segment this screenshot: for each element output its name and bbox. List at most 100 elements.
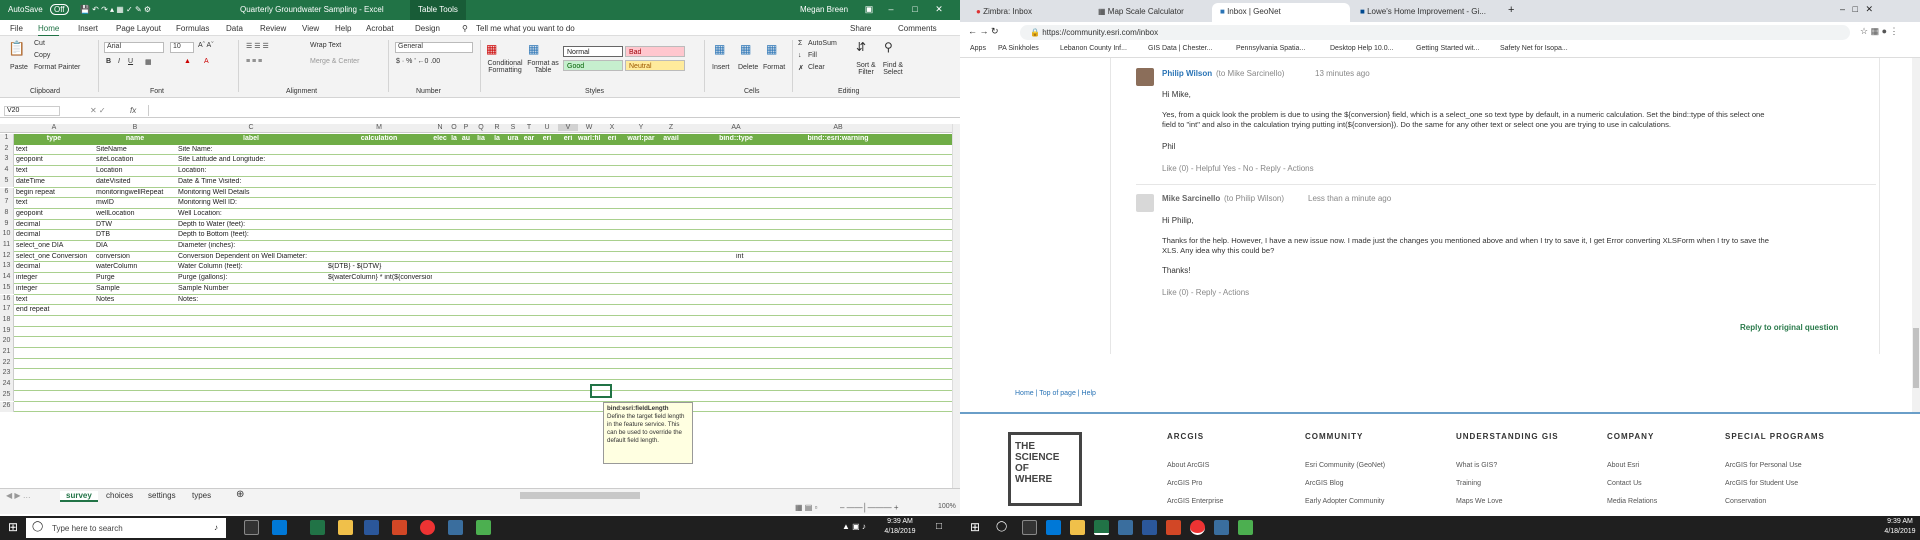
arcmap-icon[interactable] bbox=[448, 520, 463, 535]
header-z[interactable]: avail bbox=[658, 135, 684, 142]
cell-a[interactable]: begin repeat bbox=[16, 189, 94, 196]
autosum-icon[interactable]: Σ bbox=[798, 40, 802, 47]
cell-a[interactable]: geopoint bbox=[16, 156, 94, 163]
tab-page-layout[interactable]: Page Layout bbox=[116, 24, 161, 33]
row-header[interactable]: 4 bbox=[0, 166, 14, 177]
browser-tab-geonet[interactable]: ■ Inbox | GeoNet bbox=[1212, 3, 1350, 22]
align-icons[interactable]: ☰ ☰ ☰ bbox=[246, 42, 269, 50]
edge-icon[interactable] bbox=[1046, 520, 1061, 535]
borders-icon[interactable]: ▦ bbox=[145, 58, 152, 66]
tab-review[interactable]: Review bbox=[260, 24, 286, 33]
esri-logo[interactable]: THE SCIENCE OF WHERE bbox=[1008, 432, 1082, 506]
save-icon[interactable]: 💾 ↶ ↷ ▴ ▦ ✓ ✎ ⚙ bbox=[80, 5, 151, 14]
col-header-p[interactable]: P bbox=[460, 124, 472, 131]
cell-c[interactable]: Site Latitude and Longitude: bbox=[178, 156, 326, 163]
autosave-toggle[interactable]: Off bbox=[50, 4, 69, 15]
row-header[interactable]: 6 bbox=[0, 187, 14, 199]
row-header[interactable]: 1 bbox=[0, 134, 14, 145]
find-select-button[interactable]: Find & Select bbox=[878, 62, 908, 76]
excel-icon[interactable] bbox=[1094, 520, 1109, 535]
row-header[interactable]: 9 bbox=[0, 219, 14, 231]
row-header[interactable]: 8 bbox=[0, 208, 14, 220]
insert-cells-button[interactable]: Insert bbox=[712, 64, 730, 71]
row-header[interactable]: 5 bbox=[0, 176, 14, 188]
sort-filter-icon[interactable]: ⇵ bbox=[856, 40, 866, 54]
header-t[interactable]: ear bbox=[522, 135, 536, 142]
acrobat-icon[interactable] bbox=[392, 520, 407, 535]
maximize-icon[interactable]: □ bbox=[908, 2, 922, 16]
row-header[interactable]: 12 bbox=[0, 251, 14, 263]
format-table-icon[interactable]: ▦ bbox=[528, 42, 539, 56]
clear-button[interactable]: Clear bbox=[808, 64, 825, 71]
bookmark-7[interactable]: Safety Net for Isopa... bbox=[1500, 45, 1568, 52]
paste-icon[interactable]: 📋 bbox=[8, 40, 25, 57]
survey123-icon[interactable] bbox=[476, 520, 491, 535]
header-n[interactable]: elec bbox=[432, 135, 448, 142]
row-header[interactable]: 23 bbox=[0, 369, 14, 381]
bookmark-4[interactable]: Pennsylvania Spatia... bbox=[1236, 45, 1305, 52]
footer-link[interactable]: What is GIS? bbox=[1456, 462, 1497, 469]
fill-color-icon[interactable]: ▲ bbox=[184, 58, 191, 65]
copy-button[interactable]: Copy bbox=[34, 52, 50, 59]
col-header-a[interactable]: A bbox=[14, 124, 94, 131]
conditional-formatting-button[interactable]: Conditional Formatting bbox=[484, 60, 526, 74]
user-name[interactable]: Megan Breen bbox=[800, 5, 848, 14]
nav-icons[interactable]: ← → ↻ bbox=[968, 26, 999, 37]
font-color-icon[interactable]: A bbox=[204, 58, 209, 65]
survey123-icon[interactable] bbox=[1238, 520, 1253, 535]
cell-c[interactable]: Water Column (feet): bbox=[178, 263, 326, 270]
footer-link[interactable]: Training bbox=[1456, 480, 1481, 487]
tray-icons[interactable]: ▲ ▣ ♪ bbox=[842, 522, 866, 531]
footer-link[interactable]: Contact Us bbox=[1607, 480, 1642, 487]
cell-a[interactable]: text bbox=[16, 296, 94, 303]
cell-a[interactable]: geopoint bbox=[16, 210, 94, 217]
cell-m[interactable]: ${waterColumn} * int(${conversion}) bbox=[328, 274, 432, 281]
delete-cells-icon[interactable]: ▦ bbox=[740, 42, 751, 56]
cell-a[interactable]: text bbox=[16, 199, 94, 206]
clock-date[interactable]: 4/18/2019 bbox=[1882, 528, 1918, 535]
cell-b[interactable]: SiteName bbox=[96, 146, 176, 153]
header-y[interactable]: warl:par bbox=[624, 135, 658, 142]
header-calculation[interactable]: calculation bbox=[326, 135, 432, 142]
header-q[interactable]: lia bbox=[472, 135, 490, 142]
cell-b[interactable]: siteLocation bbox=[96, 156, 176, 163]
post1-author[interactable]: Philip Wilson bbox=[1162, 69, 1212, 78]
col-header-x[interactable]: X bbox=[600, 124, 624, 131]
reply-original-link[interactable]: Reply to original question bbox=[1740, 323, 1838, 332]
format-painter-button[interactable]: Format Painter bbox=[34, 64, 80, 71]
bookmark-6[interactable]: Getting Started wit... bbox=[1416, 45, 1479, 52]
tab-insert[interactable]: Insert bbox=[78, 24, 98, 33]
sheet-tab-settings[interactable]: settings bbox=[148, 491, 176, 500]
minimize-icon[interactable]: – bbox=[884, 2, 898, 16]
footer-link[interactable]: Early Adopter Community bbox=[1305, 498, 1384, 505]
format-cells-icon[interactable]: ▦ bbox=[766, 42, 777, 56]
row-header[interactable]: 18 bbox=[0, 315, 14, 327]
share-button[interactable]: Share bbox=[850, 24, 871, 33]
avatar[interactable] bbox=[1136, 194, 1154, 212]
footer-link[interactable]: About ArcGIS bbox=[1167, 462, 1209, 469]
footer-link[interactable]: ArcGIS for Student Use bbox=[1725, 480, 1798, 487]
footer-link[interactable]: ArcGIS Pro bbox=[1167, 480, 1202, 487]
sheet-tab-types[interactable]: types bbox=[192, 491, 211, 500]
row-header[interactable]: 21 bbox=[0, 348, 14, 359]
cell-b[interactable]: Purge bbox=[96, 274, 176, 281]
row-header[interactable]: 20 bbox=[0, 337, 14, 348]
format-cells-button[interactable]: Format bbox=[763, 64, 785, 71]
row-header[interactable]: 24 bbox=[0, 380, 14, 391]
post2-actions[interactable]: Like (0) - Reply - Actions bbox=[1162, 288, 1249, 297]
cell-c[interactable]: Site Name: bbox=[178, 146, 326, 153]
edge-icon[interactable] bbox=[272, 520, 287, 535]
acrobat-icon[interactable] bbox=[1166, 520, 1181, 535]
cell-c[interactable]: Diameter (inches): bbox=[178, 242, 326, 249]
footer-link[interactable]: Media Relations bbox=[1607, 498, 1657, 505]
bookmark-1[interactable]: PA Sinkholes bbox=[998, 45, 1039, 52]
arcmap-icon[interactable] bbox=[1118, 520, 1133, 535]
cell-c[interactable]: Location: bbox=[178, 167, 326, 174]
zoom-slider[interactable]: – ——│——— + bbox=[840, 503, 899, 512]
footer-link[interactable]: ArcGIS for Personal Use bbox=[1725, 462, 1802, 469]
cell-c[interactable]: Depth to Water (feet): bbox=[178, 221, 326, 228]
row-header[interactable]: 26 bbox=[0, 401, 14, 413]
style-normal[interactable]: Normal bbox=[563, 46, 623, 57]
row-header[interactable]: 11 bbox=[0, 241, 14, 252]
paste-button[interactable]: Paste bbox=[10, 64, 28, 71]
